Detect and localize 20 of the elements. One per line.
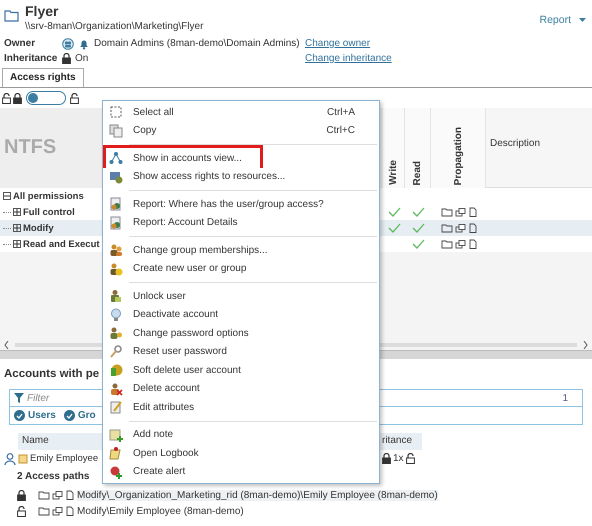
permission-name: Full control	[23, 206, 75, 218]
access-path: Modify\_Organization_Marketing_rid (8man-demo)\Emily Employee (8man-demo)	[77, 490, 438, 500]
permission-name: Read and Execut	[23, 238, 100, 250]
owner-label: Owner	[4, 38, 36, 49]
inheritance-value: On	[75, 53, 88, 64]
access-path: Modify\Emily Employee (8man-demo)	[77, 506, 244, 516]
owner-value: Domain Admins (8man-demo\Domain Admins)	[94, 38, 300, 49]
shortcut-text: Ctrl+C	[326, 125, 356, 136]
folder-path: \\srv-8man\Organization\Marketing\Flyer	[25, 21, 204, 32]
section-title: NTFS	[4, 136, 56, 159]
section-title: Accounts with pe	[3, 367, 100, 382]
permission-name: All permissions	[13, 190, 84, 202]
folder-title: Flyer	[25, 3, 58, 19]
inheritance-count: 1x	[393, 453, 404, 464]
inheritance-label: Inheritance	[4, 53, 58, 64]
account-name: Emily Employee	[30, 453, 98, 464]
result-count: 1	[562, 392, 569, 404]
shortcut-text: Ctrl+A	[326, 106, 356, 118]
permission-name: Modify	[23, 222, 54, 234]
access-paths-title: 2 Access paths	[16, 470, 90, 484]
